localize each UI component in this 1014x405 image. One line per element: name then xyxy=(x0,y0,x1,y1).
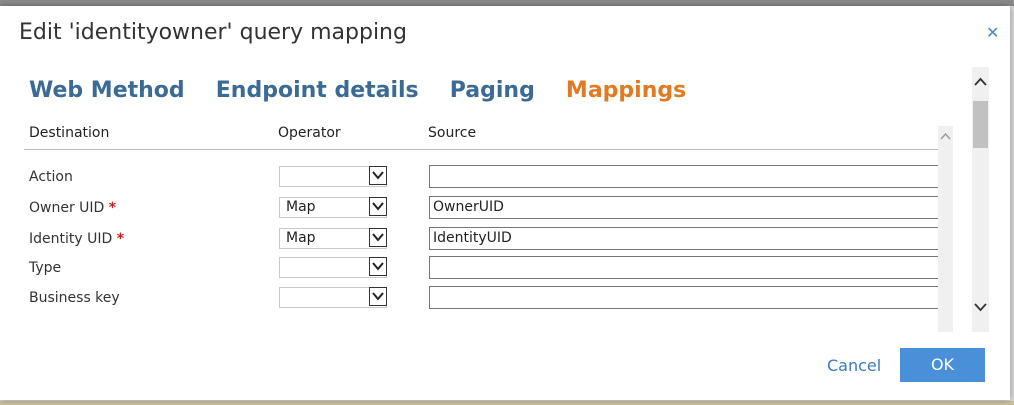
chevron-down-icon xyxy=(974,303,987,312)
close-icon[interactable]: ✕ xyxy=(986,25,999,41)
operator-select[interactable] xyxy=(279,166,387,187)
operator-select[interactable] xyxy=(279,287,387,308)
destination-label: Business key xyxy=(29,290,120,306)
source-input[interactable] xyxy=(429,286,939,309)
chevron-up-icon xyxy=(940,132,951,140)
table-scrollbar[interactable] xyxy=(938,126,953,332)
header-source: Source xyxy=(428,125,477,141)
table-row: Type xyxy=(24,256,939,282)
tab-web-method[interactable]: Web Method xyxy=(29,78,185,103)
ok-button[interactable]: OK xyxy=(900,348,985,382)
tab-endpoint-details[interactable]: Endpoint details xyxy=(216,78,419,103)
table-row: Action xyxy=(24,165,939,191)
table-row: Identity UID * Map IdentityUID xyxy=(24,227,939,253)
source-input[interactable]: OwnerUID xyxy=(429,196,939,219)
source-input[interactable] xyxy=(429,165,939,188)
table-row: Owner UID * Map OwnerUID xyxy=(24,196,939,222)
tab-mappings[interactable]: Mappings xyxy=(566,78,686,103)
tab-paging[interactable]: Paging xyxy=(450,78,535,103)
operator-select[interactable]: Map xyxy=(279,228,387,249)
header-divider xyxy=(24,149,939,150)
source-input[interactable]: IdentityUID xyxy=(429,227,939,250)
source-input[interactable] xyxy=(429,256,939,279)
dialog-scrollbar[interactable] xyxy=(972,67,989,332)
mapping-dialog: Edit 'identityowner' query mapping ✕ Web… xyxy=(0,6,1010,400)
tab-bar: Web Method Endpoint details Paging Mappi… xyxy=(29,78,712,103)
header-destination: Destination xyxy=(29,125,110,141)
chevron-down-icon[interactable] xyxy=(369,197,387,216)
mappings-table: Destination Operator Source Action Owner… xyxy=(24,116,953,332)
dialog-title: Edit 'identityowner' query mapping xyxy=(19,20,407,45)
chevron-down-icon[interactable] xyxy=(369,166,387,185)
required-marker: * xyxy=(108,200,117,216)
required-marker: * xyxy=(116,231,125,247)
operator-select[interactable]: Map xyxy=(279,197,387,218)
operator-value: Map xyxy=(286,199,316,215)
chevron-down-icon[interactable] xyxy=(369,257,387,276)
backdrop-bottom xyxy=(0,401,1014,405)
destination-label: Identity UID * xyxy=(29,231,125,247)
operator-value: Map xyxy=(286,230,316,246)
scrollbar-thumb[interactable] xyxy=(973,101,988,148)
destination-label: Owner UID * xyxy=(29,200,117,216)
chevron-down-icon[interactable] xyxy=(369,287,387,306)
operator-select[interactable] xyxy=(279,257,387,278)
chevron-down-icon[interactable] xyxy=(369,228,387,247)
destination-label: Type xyxy=(29,260,62,276)
cancel-button[interactable]: Cancel xyxy=(827,356,881,375)
table-row: Business key xyxy=(24,286,939,312)
destination-label: Action xyxy=(29,169,73,185)
header-operator: Operator xyxy=(278,125,341,141)
chevron-up-icon xyxy=(974,77,987,86)
